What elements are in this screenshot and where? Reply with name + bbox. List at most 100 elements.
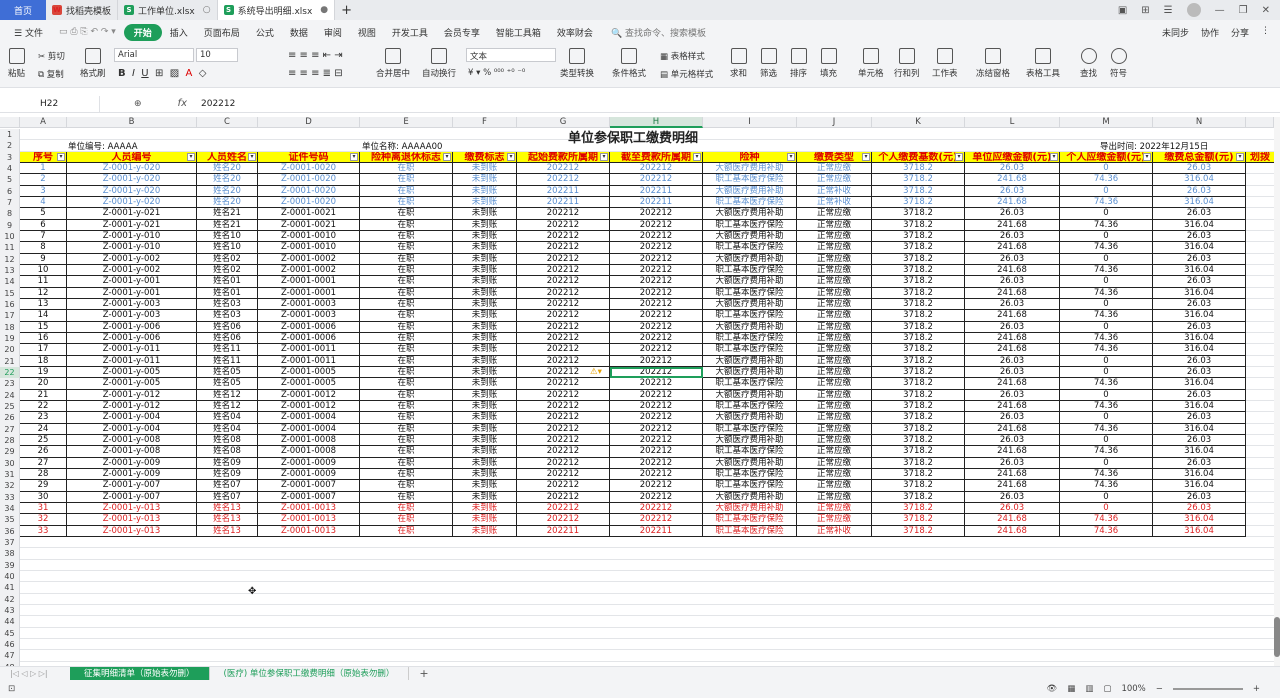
font-style-buttons[interactable]: B I U ⊞ ▨ A ◇ — [118, 68, 206, 79]
table-cell[interactable]: 0 — [1060, 253, 1153, 265]
table-cell[interactable]: 25 — [20, 434, 67, 447]
table-cell[interactable]: 202212 — [610, 412, 703, 424]
table-header-cell[interactable]: 个人应缴金额(元) ▾ — [1060, 151, 1153, 163]
table-cell[interactable]: 姓名20 — [197, 174, 258, 186]
table-cell[interactable]: 未到账 — [453, 264, 517, 277]
table-cell[interactable]: 大额医疗费用补助 — [703, 491, 797, 503]
table-cell[interactable]: 26.03 — [965, 389, 1060, 401]
table-cell[interactable]: 职工基本医疗保险 — [703, 310, 797, 322]
warning-icon[interactable]: ⚠▾ — [590, 367, 602, 377]
table-cell[interactable]: 正常应缴 — [797, 400, 872, 413]
table-cell[interactable]: 未到账 — [453, 332, 517, 345]
table-cell[interactable]: 未到账 — [453, 219, 517, 231]
table-cell[interactable]: Z-0001-y-005 — [67, 366, 197, 379]
page-view-icon[interactable]: ▥ — [1085, 684, 1093, 694]
find-button[interactable]: 查找 — [1080, 48, 1097, 79]
cut-button[interactable]: ✂ 剪切 — [38, 50, 65, 62]
row-header[interactable]: 26 — [0, 412, 20, 424]
table-cell[interactable]: 74.36 — [1060, 264, 1153, 277]
table-cell[interactable]: Z-0001-y-004 — [67, 412, 197, 424]
table-cell[interactable]: 202212 — [517, 389, 610, 401]
table-cell[interactable]: 正常应缴 — [797, 389, 872, 401]
table-cell[interactable]: 在职 — [360, 502, 453, 515]
table-cell[interactable]: 202212 — [517, 242, 610, 254]
filter-dropdown-icon[interactable]: ▾ — [600, 152, 608, 161]
table-cell[interactable]: 241.68 — [965, 446, 1060, 458]
table-cell[interactable]: 0 — [1060, 502, 1153, 515]
table-cell[interactable]: 0 — [1060, 208, 1153, 220]
table-cell[interactable]: 3718.2 — [872, 366, 965, 379]
table-cell[interactable]: 316.04 — [1153, 219, 1246, 231]
table-cell[interactable]: 3718.2 — [872, 480, 965, 492]
table-cell[interactable]: Z-0001-y-011 — [67, 344, 197, 356]
table-cell[interactable]: 姓名08 — [197, 446, 258, 458]
table-cell[interactable]: 202212 — [610, 264, 703, 277]
row-header[interactable]: 47 — [0, 650, 20, 662]
table-cell[interactable]: 202212 — [517, 468, 610, 481]
column-header-extra[interactable] — [1246, 117, 1274, 128]
table-cell[interactable]: 26.03 — [965, 276, 1060, 288]
table-cell[interactable]: 202212 — [610, 276, 703, 288]
table-cell[interactable]: Z-0001-y-004 — [67, 423, 197, 435]
table-cell[interactable]: 未到账 — [453, 378, 517, 390]
table-cell[interactable]: 20 — [20, 378, 67, 390]
row-header[interactable]: 31 — [0, 468, 20, 481]
table-cell[interactable]: 26.03 — [965, 185, 1060, 197]
filter-button[interactable]: 筛选 — [760, 48, 777, 79]
table-cell[interactable]: 8 — [20, 242, 67, 254]
zoom-level[interactable]: 100% — [1121, 684, 1145, 694]
table-cell[interactable]: 3718.2 — [872, 468, 965, 481]
table-cell[interactable]: 202212 — [610, 162, 703, 175]
table-cell[interactable]: 未到账 — [453, 230, 517, 243]
worksheet-button[interactable]: 工作表 — [932, 48, 958, 79]
table-cell[interactable]: 3718.2 — [872, 332, 965, 345]
fx-icon[interactable]: fx — [178, 98, 187, 109]
row-header[interactable]: 12 — [0, 253, 20, 265]
table-cell[interactable]: 未到账 — [453, 400, 517, 413]
table-cell[interactable]: 202212 — [610, 502, 703, 515]
table-cell[interactable]: 74.36 — [1060, 423, 1153, 435]
table-cell[interactable]: 在职 — [360, 480, 453, 492]
table-cell[interactable]: 74.36 — [1060, 196, 1153, 209]
table-cell[interactable]: 202212 — [517, 298, 610, 311]
table-cell[interactable]: 未到账 — [453, 502, 517, 515]
table-cell[interactable]: 大额医疗费用补助 — [703, 185, 797, 197]
table-cell[interactable]: 3718.2 — [872, 525, 965, 537]
table-cell[interactable]: 姓名02 — [197, 253, 258, 265]
table-cell[interactable]: 27 — [20, 457, 67, 469]
table-cell[interactable]: 74.36 — [1060, 219, 1153, 231]
table-cell[interactable]: 26.03 — [1153, 502, 1246, 515]
table-cell[interactable]: 0 — [1060, 276, 1153, 288]
table-cell[interactable]: 241.68 — [965, 196, 1060, 209]
table-cell[interactable]: 316.04 — [1153, 514, 1246, 526]
table-cell[interactable]: 正常应缴 — [797, 332, 872, 345]
table-cell[interactable]: 26.03 — [965, 366, 1060, 379]
table-cell[interactable]: 74.36 — [1060, 525, 1153, 537]
row-header[interactable]: 22 — [0, 366, 20, 379]
table-cell[interactable]: 正常应缴 — [797, 310, 872, 322]
menu-page-layout[interactable]: 页面布局 — [196, 26, 248, 39]
table-cell[interactable]: 3718.2 — [872, 298, 965, 311]
table-cell[interactable]: 26.03 — [1153, 321, 1246, 333]
table-cell[interactable]: 正常应缴 — [797, 230, 872, 243]
row-header[interactable]: 29 — [0, 446, 20, 458]
table-cell[interactable]: 职工基本医疗保险 — [703, 219, 797, 231]
table-cell[interactable]: 职工基本医疗保险 — [703, 480, 797, 492]
table-cell[interactable]: 74.36 — [1060, 514, 1153, 526]
table-cell[interactable]: 202212 — [517, 502, 610, 515]
table-cell[interactable]: Z-0001-y-011 — [67, 355, 197, 367]
table-cell[interactable]: 202212 — [517, 287, 610, 299]
table-cell[interactable]: 大额医疗费用补助 — [703, 355, 797, 367]
tab-workbook-1[interactable]: S 工作单位.xlsx ○ — [118, 0, 218, 20]
table-cell[interactable]: 在职 — [360, 253, 453, 265]
table-cell[interactable]: 在职 — [360, 378, 453, 390]
number-buttons[interactable]: ¥ ▾ % ⁰⁰⁰ ⁺⁰ ⁻⁰ — [468, 68, 525, 78]
table-cell[interactable]: 3718.2 — [872, 174, 965, 186]
table-header-cell[interactable]: 险种离退休标志 ▾ — [360, 151, 453, 163]
table-cell[interactable]: 在职 — [360, 514, 453, 526]
table-cell[interactable]: 3718.2 — [872, 276, 965, 288]
row-header[interactable]: 3 — [0, 151, 20, 163]
table-cell[interactable]: 姓名13 — [197, 514, 258, 526]
table-cell[interactable]: Z-0001-y-012 — [67, 389, 197, 401]
table-cell[interactable]: 未到账 — [453, 468, 517, 481]
